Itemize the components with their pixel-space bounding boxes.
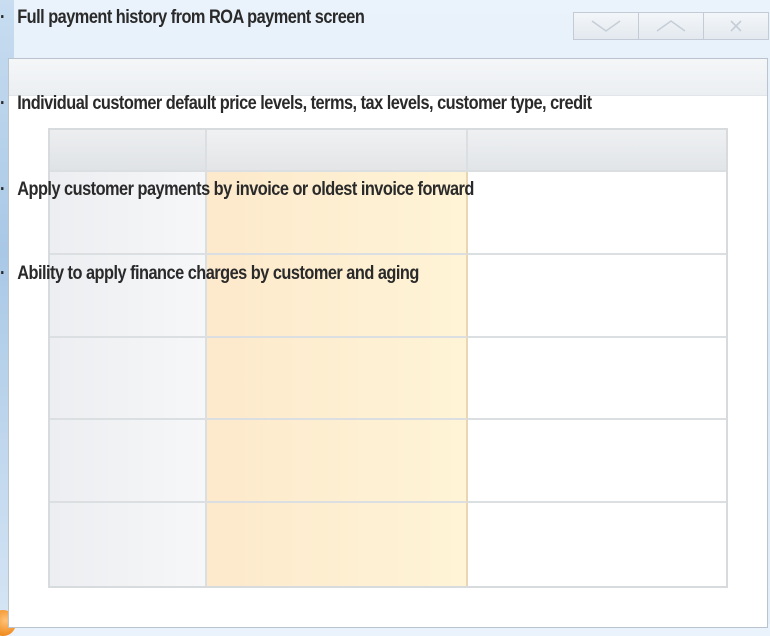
grid-cell <box>468 420 726 504</box>
bullet-item: · Full payment history from ROA payment s… <box>0 6 365 30</box>
bullet-text: Apply customer payments by invoice or ol… <box>17 179 474 200</box>
grid-cell-highlighted <box>207 420 468 504</box>
caption-buttons <box>573 12 769 40</box>
bullet-item: · Ability to apply finance charges by cus… <box>0 262 419 286</box>
grid-header-cell <box>207 130 468 172</box>
bullet-item: · Apply customer payments by invoice or o… <box>0 178 474 202</box>
bullet-text: Full payment history from ROA payment sc… <box>17 7 365 28</box>
grid-header-cell <box>468 130 726 172</box>
grid-cell <box>50 503 207 586</box>
chevron-up-icon <box>656 20 686 32</box>
grid-cell-highlighted <box>207 503 468 586</box>
grid-cell <box>468 338 726 421</box>
grid-header-cell <box>50 130 207 172</box>
expand-button[interactable] <box>639 12 704 40</box>
bullet-marker: · <box>0 179 5 200</box>
grid-cell <box>468 503 726 586</box>
chevron-down-icon <box>591 20 621 32</box>
grid-cell <box>468 255 726 338</box>
grid-cell-highlighted <box>207 337 468 421</box>
bullet-item: · Individual customer default price level… <box>0 92 592 116</box>
close-icon <box>730 20 742 32</box>
bullet-text: Individual customer default price levels… <box>17 93 592 114</box>
bullet-text: Ability to apply finance charges by cust… <box>17 263 419 284</box>
window-topbar <box>9 59 767 96</box>
bullet-marker: · <box>0 7 5 28</box>
grid-cell <box>50 420 207 504</box>
collapse-button[interactable] <box>573 12 639 40</box>
grid-cell <box>468 172 726 255</box>
close-button[interactable] <box>704 12 769 40</box>
bullet-marker: · <box>0 93 5 114</box>
grid-cell <box>50 337 207 421</box>
bullet-marker: · <box>0 263 5 284</box>
